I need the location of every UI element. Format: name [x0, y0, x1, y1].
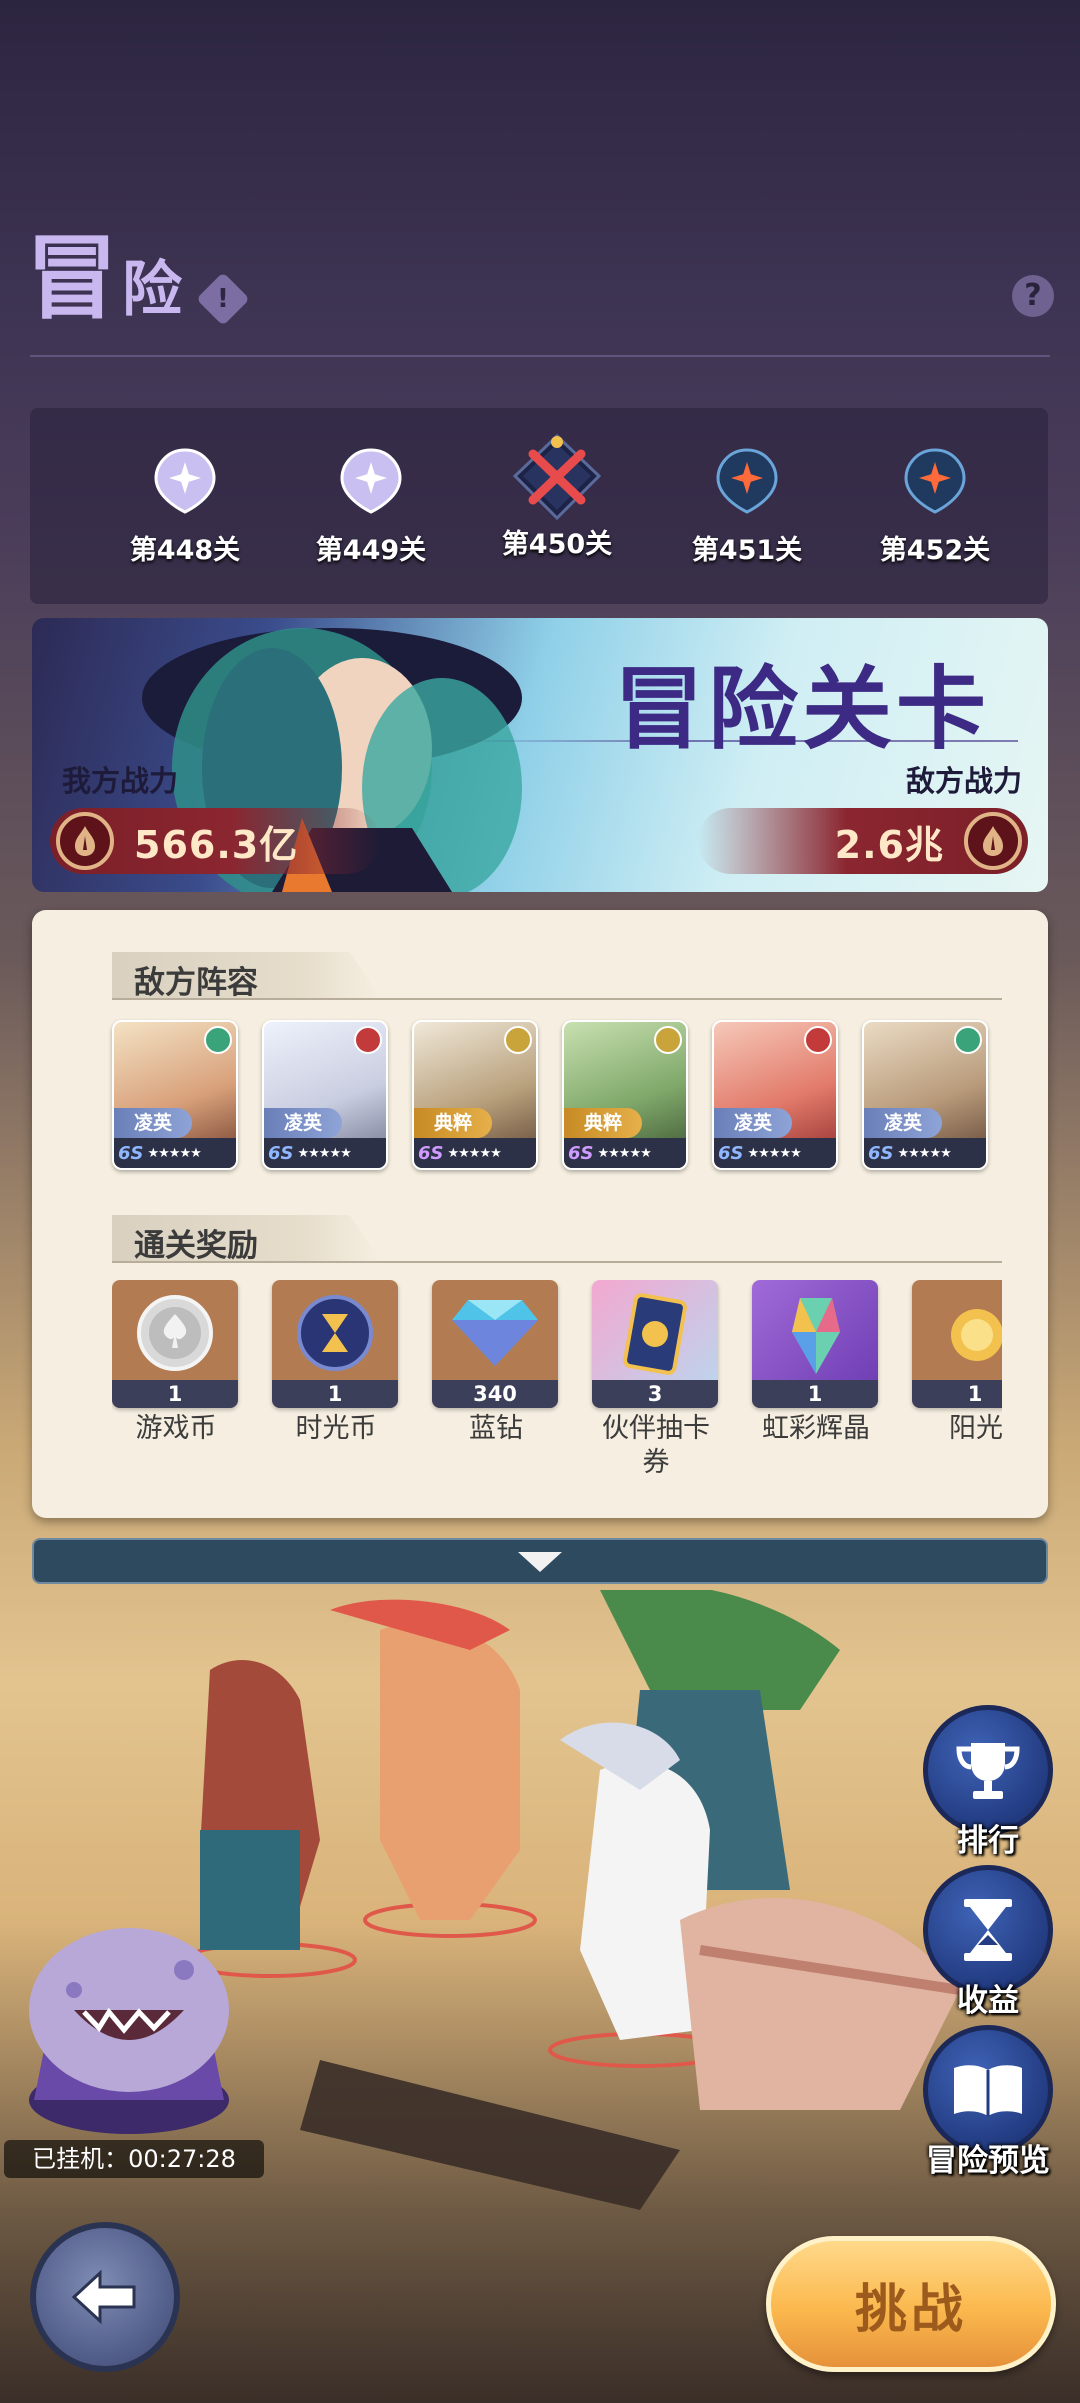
reward-item[interactable]: 1 阳光	[912, 1280, 1002, 1446]
crossed-swords-icon	[511, 433, 603, 521]
faction-icon	[354, 1026, 382, 1054]
power-flame-icon	[56, 812, 114, 870]
page-title: 冒险	[26, 224, 187, 332]
faction-icon	[654, 1026, 682, 1054]
stage-banner: 冒险关卡 我方战力 566.3亿 敌方战力 2.6兆	[32, 618, 1048, 892]
pet-mascot	[29, 1928, 229, 2134]
enemy-lineup-header: 敌方阵容	[112, 952, 1002, 1001]
stage-selector: 第448关 第449关 第450关 第451关 第452关	[30, 408, 1048, 604]
reward-item[interactable]: 340 蓝钻	[432, 1280, 560, 1446]
enemy-lineup: 凌英 6S ★★★★★ 凌英 6S ★★★★★ 典粹 6S ★★★★★ 典粹 6S ★★…	[112, 1020, 992, 1170]
book-icon	[954, 2065, 1022, 2116]
reward-item[interactable]: 1 虹彩辉晶	[752, 1280, 880, 1446]
my-power-label: 我方战力	[62, 764, 179, 798]
enemy-hero-card[interactable]: 典粹 6S ★★★★★	[412, 1020, 538, 1170]
reward-item[interactable]: 3 伙伴抽卡券	[592, 1280, 720, 1480]
rewards-list: 1 游戏币 1 时光币 340 蓝钻 3 伙伴抽卡券 1 虹彩辉晶 1 阳光	[112, 1280, 1002, 1510]
enemy-hero-card[interactable]: 凌英 6S ★★★★★	[862, 1020, 988, 1170]
info-icon[interactable]: !	[196, 272, 250, 326]
game-coin-icon	[137, 1295, 213, 1371]
hourglass-icon	[964, 1899, 1012, 1961]
stage-locked-icon	[902, 448, 968, 514]
rank-button[interactable]: 排行	[918, 1705, 1058, 1860]
faction-icon	[504, 1026, 532, 1054]
enemy-power-value: 2.6兆	[834, 822, 944, 867]
stage-info-panel: 敌方阵容 凌英 6S ★★★★★ 凌英 6S ★★★★★ 典粹 6S ★★★★★ 典粹…	[32, 910, 1048, 1518]
enemy-hero-card[interactable]: 凌英 6S ★★★★★	[262, 1020, 388, 1170]
stage-cleared-icon	[338, 448, 404, 514]
stage-cleared-icon	[152, 448, 218, 514]
enemy-power-pill: 2.6兆	[698, 808, 1028, 874]
chevron-down-icon	[518, 1552, 562, 1572]
arrow-left-icon	[71, 2269, 136, 2325]
rainbow-crystal-icon	[792, 1298, 840, 1374]
faction-icon	[954, 1026, 982, 1054]
collapse-panel-button[interactable]	[32, 1538, 1048, 1584]
banner-title: 冒险关卡	[614, 656, 990, 762]
enemy-hero-card[interactable]: 凌英 6S ★★★★★	[712, 1020, 838, 1170]
adventure-preview-button[interactable]: 冒险预览	[918, 2025, 1058, 2180]
income-button[interactable]: 收益	[918, 1865, 1058, 2020]
faction-icon	[204, 1026, 232, 1054]
gacha-ticket-icon	[623, 1293, 687, 1375]
reward-item[interactable]: 1 游戏币	[112, 1280, 240, 1446]
stage-450[interactable]: 第450关	[482, 433, 632, 561]
enemy-hero-card[interactable]: 凌英 6S ★★★★★	[112, 1020, 238, 1170]
enemy-hero-card[interactable]: 典粹 6S ★★★★★	[562, 1020, 688, 1170]
faction-icon	[804, 1026, 832, 1054]
stage-451[interactable]: 第451关	[672, 448, 822, 567]
back-button[interactable]	[30, 2222, 180, 2372]
page-header: 冒险 !	[26, 224, 250, 332]
idle-timer: 已挂机：00:27:28	[4, 2140, 264, 2178]
challenge-button[interactable]: 挑战	[766, 2236, 1056, 2372]
trophy-icon	[956, 1743, 1020, 1799]
my-power-pill: 566.3亿	[50, 808, 380, 874]
banner-divider	[458, 740, 1018, 742]
stage-locked-icon	[714, 448, 780, 514]
enemy-power-label: 敌方战力	[905, 764, 1022, 798]
time-coin-icon	[297, 1295, 373, 1371]
stage-449[interactable]: 第449关	[296, 448, 446, 567]
my-power-value: 566.3亿	[134, 822, 299, 867]
header-divider	[30, 355, 1050, 357]
power-flame-icon	[964, 812, 1022, 870]
rewards-header: 通关奖励	[112, 1215, 1002, 1264]
sunlight-icon	[951, 1309, 1002, 1361]
stage-448[interactable]: 第448关	[110, 448, 260, 567]
help-icon[interactable]: ?	[1012, 275, 1054, 317]
blue-diamond-icon	[452, 1300, 538, 1366]
stage-452[interactable]: 第452关	[860, 448, 1010, 567]
reward-item[interactable]: 1 时光币	[272, 1280, 400, 1446]
